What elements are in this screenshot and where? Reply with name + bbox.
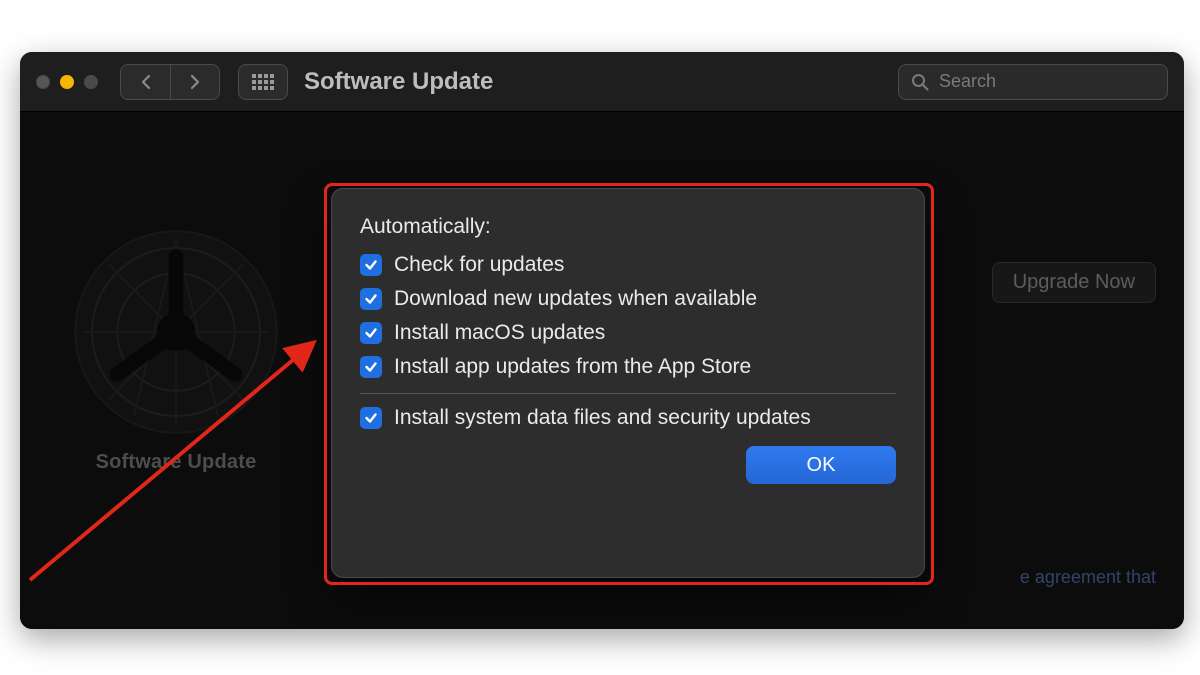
option-label: Install app updates from the App Store [394,355,751,379]
option-label: Install macOS updates [394,321,605,345]
option-install-app-updates: Install app updates from the App Store [360,355,896,379]
advanced-sheet: Automatically: Check for updates Downloa… [331,188,925,578]
chevron-left-icon [140,74,152,90]
option-label: Download new updates when available [394,287,757,311]
nav-buttons [120,64,220,100]
preferences-window: Software Update [20,52,1184,629]
option-check-for-updates: Check for updates [360,253,896,277]
forward-button[interactable] [170,64,220,100]
checkbox-install-app-updates[interactable] [360,356,382,378]
sheet-divider [360,393,896,394]
checkmark-icon [364,292,378,306]
option-install-macos-updates: Install macOS updates [360,321,896,345]
option-download-new-updates: Download new updates when available [360,287,896,311]
checkbox-install-macos-updates[interactable] [360,322,382,344]
search-icon [911,73,929,91]
back-button[interactable] [120,64,170,100]
show-all-button[interactable] [238,64,288,100]
checkbox-check-for-updates[interactable] [360,254,382,276]
option-install-system-data: Install system data files and security u… [360,406,896,430]
window-controls [36,75,98,89]
titlebar: Software Update [20,52,1184,112]
checkmark-icon [364,258,378,272]
checkbox-install-system-data[interactable] [360,407,382,429]
sheet-title: Automatically: [360,215,896,239]
ok-button[interactable]: OK [746,446,896,484]
checkmark-icon [364,360,378,374]
window-title: Software Update [304,68,493,96]
search-input[interactable] [939,71,1171,92]
minimize-window-button[interactable] [60,75,74,89]
close-window-button[interactable] [36,75,50,89]
grid-icon [252,74,274,90]
chevron-right-icon [189,74,201,90]
option-label: Check for updates [394,253,564,277]
search-field[interactable] [898,64,1168,100]
checkmark-icon [364,411,378,425]
option-label: Install system data files and security u… [394,406,811,430]
zoom-window-button[interactable] [84,75,98,89]
checkmark-icon [364,326,378,340]
checkbox-download-new-updates[interactable] [360,288,382,310]
